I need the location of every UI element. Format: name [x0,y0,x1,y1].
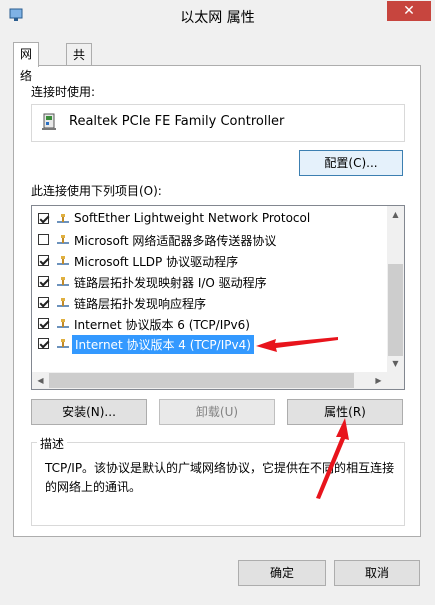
list-item-label: Microsoft LLDP 协议驱动程序 [74,254,239,269]
vertical-scrollbar[interactable]: ▲ ▼ [387,206,404,372]
cancel-button[interactable]: 取消 [334,560,420,586]
list-item[interactable]: SoftEther Lightweight Network Protocol [32,209,384,229]
items-label: 此连接使用下列项目(O): [31,184,162,198]
connect-using-label: 连接时使用: [31,85,96,99]
item-checkbox[interactable] [38,275,49,287]
item-checkbox[interactable] [38,296,49,308]
protocol-icon [57,214,69,223]
item-checkbox[interactable] [38,254,49,266]
list-item-label: 链路层拓扑发现映射器 I/O 驱动程序 [74,275,267,290]
protocol-icon [57,339,69,349]
list-item[interactable]: Internet 协议版本 4 (TCP/IPv4) [32,334,384,355]
list-item-label: Internet 协议版本 6 (TCP/IPv6) [74,317,250,332]
scroll-down-icon[interactable]: ▼ [387,355,404,372]
uninstall-button[interactable]: 卸载(U) [159,399,275,425]
item-checkbox[interactable] [38,233,49,245]
list-item-label: 链路层拓扑发现响应程序 [74,296,207,311]
description-label: 描述 [37,435,68,452]
list-item[interactable]: Microsoft LLDP 协议驱动程序 [32,251,384,271]
protocol-icon [57,234,69,244]
tab-network[interactable]: 网络 [13,42,40,83]
description-text: TCP/IP。该协议是默认的广域网络协议，它提供在不同的相互连接的网络上的通讯。 [45,461,395,494]
scroll-right-icon[interactable]: ▶ [370,372,387,389]
components-list[interactable]: SoftEther Lightweight Network Protocol Mi… [31,205,405,390]
horizontal-scroll-thumb[interactable] [49,373,354,388]
horizontal-scrollbar[interactable]: ◀ ▶ [32,372,404,389]
list-item-label: Microsoft 网络适配器多路传送器协议 [74,233,277,248]
protocol-icon [57,255,69,265]
network-card-icon [42,113,56,130]
list-item[interactable]: 链路层拓扑发现响应程序 [32,293,384,313]
window-title: 以太网 属性 [180,10,255,26]
list-item[interactable]: Internet 协议版本 6 (TCP/IPv6) [32,314,384,334]
properties-button[interactable]: 属性(R) [287,399,403,425]
configure-button[interactable]: 配置(C)... [299,150,403,176]
vertical-scroll-thumb[interactable] [388,264,403,356]
tab-sharing[interactable]: 共享 [66,43,93,84]
protocol-icon [57,297,69,307]
adapter-name: Realtek PCIe FE Family Controller [69,114,285,129]
title-bar: 以太网 属性 ✕ [0,0,435,32]
scroll-left-icon[interactable]: ◀ [32,372,49,389]
list-item[interactable]: Microsoft 网络适配器多路传送器协议 [32,230,384,250]
item-checkbox[interactable] [38,338,49,350]
adapter-box: Realtek PCIe FE Family Controller [31,104,405,142]
list-item-label: SoftEther Lightweight Network Protocol [74,211,311,225]
close-button[interactable]: ✕ [387,1,431,21]
install-button[interactable]: 安装(N)... [31,399,147,425]
item-checkbox[interactable] [38,317,49,329]
item-checkbox[interactable] [38,213,49,224]
list-item-label: Internet 协议版本 4 (TCP/IPv4) [72,335,254,355]
list-item[interactable]: 链路层拓扑发现映射器 I/O 驱动程序 [32,272,384,292]
protocol-icon [57,318,69,328]
scroll-up-icon[interactable]: ▲ [387,206,404,223]
ok-button[interactable]: 确定 [238,560,326,586]
protocol-icon [57,276,69,286]
